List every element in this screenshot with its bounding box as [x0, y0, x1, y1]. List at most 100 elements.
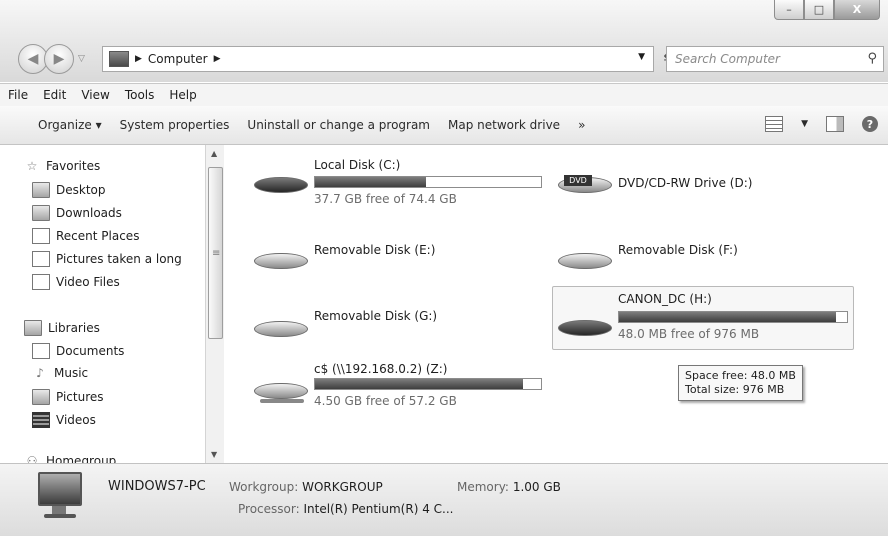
close-button[interactable]: X	[834, 0, 880, 20]
window-chrome: – □ X ◀ ▶ ▽ ▶ Computer ▶ ▼ ⇆ Search Comp…	[0, 0, 888, 82]
usage-fill	[315, 379, 523, 389]
menu-file[interactable]: File	[8, 88, 28, 102]
downloads-icon	[32, 205, 50, 221]
uninstall-program-button[interactable]: Uninstall or change a program	[247, 118, 430, 132]
nav-videos[interactable]: Videos	[32, 412, 96, 428]
maximize-button[interactable]: □	[804, 0, 834, 20]
nav-desktop[interactable]: Desktop	[32, 182, 106, 198]
organize-button[interactable]: Organize ▾	[38, 118, 102, 132]
nav-music[interactable]: ♪ Music	[32, 366, 88, 380]
computer-icon	[109, 51, 129, 67]
monitor-stand	[52, 506, 66, 514]
search-icon[interactable]: ⚲	[867, 51, 877, 66]
menu-tools[interactable]: Tools	[125, 88, 155, 102]
preview-pane-icon[interactable]	[826, 116, 844, 132]
drive-tooltip: Space free: 48.0 MB Total size: 976 MB	[678, 365, 803, 401]
processor-label: Processor:	[238, 502, 300, 516]
homegroup-icon: ⚇	[26, 454, 38, 463]
tooltip-total-size: Total size: 976 MB	[685, 383, 785, 396]
view-dropdown-icon[interactable]: ▼	[801, 119, 808, 129]
usage-bar-c	[314, 176, 542, 188]
toolbar-right: ▼ ?	[765, 116, 878, 132]
breadcrumb-chevron-icon[interactable]: ▶	[214, 54, 221, 64]
processor-value: Intel(R) Pentium(R) 4 C...	[303, 502, 454, 516]
drive-label-z[interactable]: c$ (\\192.168.0.2) (Z:)	[314, 362, 447, 376]
free-space-c: 37.7 GB free of 74.4 GB	[314, 192, 457, 206]
network-cable-icon	[260, 399, 304, 403]
nav-documents[interactable]: Documents	[32, 343, 124, 359]
grip-icon: ≡	[212, 248, 221, 259]
music-icon: ♪	[36, 366, 44, 380]
star-icon: ☆	[26, 159, 38, 173]
drive-label-f[interactable]: Removable Disk (F:)	[618, 243, 738, 257]
scroll-down-arrow-icon[interactable]: ▼	[211, 450, 217, 459]
search-input[interactable]: Search Computer ⚲	[666, 46, 884, 72]
menu-bar: File Edit View Tools Help	[0, 83, 888, 107]
removable-disk-icon[interactable]	[556, 310, 612, 340]
map-network-drive-button[interactable]: Map network drive	[448, 118, 560, 132]
nav-recent-places[interactable]: Recent Places	[32, 228, 139, 244]
scrollbar-thumb[interactable]: ≡	[208, 167, 223, 339]
address-dropdown-icon[interactable]: ▼	[638, 52, 645, 62]
change-view-icon[interactable]	[765, 116, 784, 132]
recent-places-icon	[32, 228, 50, 244]
history-dropdown-icon[interactable]: ▽	[78, 54, 85, 64]
tooltip-space-free: Space free: 48.0 MB	[685, 369, 796, 382]
nav-libraries-label: Libraries	[48, 321, 100, 335]
monitor-base	[44, 514, 76, 518]
drive-label-g[interactable]: Removable Disk (G:)	[314, 309, 437, 323]
breadcrumb-computer[interactable]: Computer	[148, 52, 208, 66]
drive-label-h[interactable]: CANON_DC (H:)	[618, 292, 712, 306]
more-commands-button[interactable]: »	[578, 118, 585, 132]
address-bar[interactable]: ▶ Computer ▶ ▼	[102, 46, 654, 72]
usage-bar-h	[618, 311, 848, 323]
menu-view[interactable]: View	[81, 88, 109, 102]
nav-homegroup[interactable]: ⚇ Homegroup	[24, 454, 117, 463]
nav-favorites-label: Favorites	[46, 159, 101, 173]
libraries-icon	[24, 320, 42, 336]
nav-downloads[interactable]: Downloads	[32, 205, 122, 221]
folder-icon	[32, 251, 50, 267]
memory-label: Memory:	[457, 480, 509, 494]
dvd-badge: DVD	[564, 175, 592, 186]
drive-label-c[interactable]: Local Disk (C:)	[314, 158, 400, 172]
dvd-drive-icon[interactable]: DVD	[556, 167, 612, 197]
nav-favorites[interactable]: ☆ Favorites	[24, 159, 101, 173]
nav-pictures[interactable]: Pictures	[32, 389, 104, 405]
videos-icon	[32, 412, 50, 428]
workgroup-value: WORKGROUP	[302, 480, 383, 494]
drive-label-d[interactable]: DVD/CD-RW Drive (D:)	[618, 176, 752, 190]
nav-video-files[interactable]: Video Files	[32, 274, 120, 290]
pictures-icon	[32, 389, 50, 405]
free-space-z: 4.50 GB free of 57.2 GB	[314, 394, 457, 408]
nav-pane-scrollbar[interactable]: ▲ ≡ ▼	[205, 145, 224, 463]
folder-icon	[32, 274, 50, 290]
documents-icon	[32, 343, 50, 359]
scroll-up-arrow-icon[interactable]: ▲	[211, 149, 217, 158]
help-icon[interactable]: ?	[862, 116, 878, 132]
nav-item-label: Recent Places	[56, 229, 140, 243]
removable-disk-icon[interactable]	[252, 311, 308, 341]
network-drive-icon[interactable]	[252, 373, 308, 403]
computer-name: WINDOWS7-PC	[108, 479, 206, 494]
drive-label-e[interactable]: Removable Disk (E:)	[314, 243, 435, 257]
menu-help[interactable]: Help	[169, 88, 196, 102]
breadcrumb-chevron-icon[interactable]: ▶	[135, 54, 142, 64]
memory-info: Memory: 1.00 GB	[457, 480, 561, 494]
removable-disk-icon[interactable]	[252, 243, 308, 273]
nav-pictures-taken[interactable]: Pictures taken a long	[32, 251, 182, 267]
menu-edit[interactable]: Edit	[43, 88, 66, 102]
nav-item-label: Pictures	[56, 390, 104, 404]
minimize-button[interactable]: –	[774, 0, 804, 20]
hard-drive-icon[interactable]	[252, 167, 308, 197]
navigation-pane: ☆ Favorites Desktop Downloads Recent Pla…	[18, 145, 230, 463]
desktop-icon	[32, 182, 50, 198]
removable-disk-icon[interactable]	[556, 243, 612, 273]
nav-homegroup-label: Homegroup	[46, 454, 117, 463]
usage-bar-z	[314, 378, 542, 390]
nav-item-label: Desktop	[56, 183, 106, 197]
nav-libraries[interactable]: Libraries	[24, 320, 100, 336]
system-properties-button[interactable]: System properties	[120, 118, 230, 132]
search-placeholder: Search Computer	[675, 52, 780, 66]
forward-arrow-icon[interactable]: ▶	[44, 44, 74, 74]
